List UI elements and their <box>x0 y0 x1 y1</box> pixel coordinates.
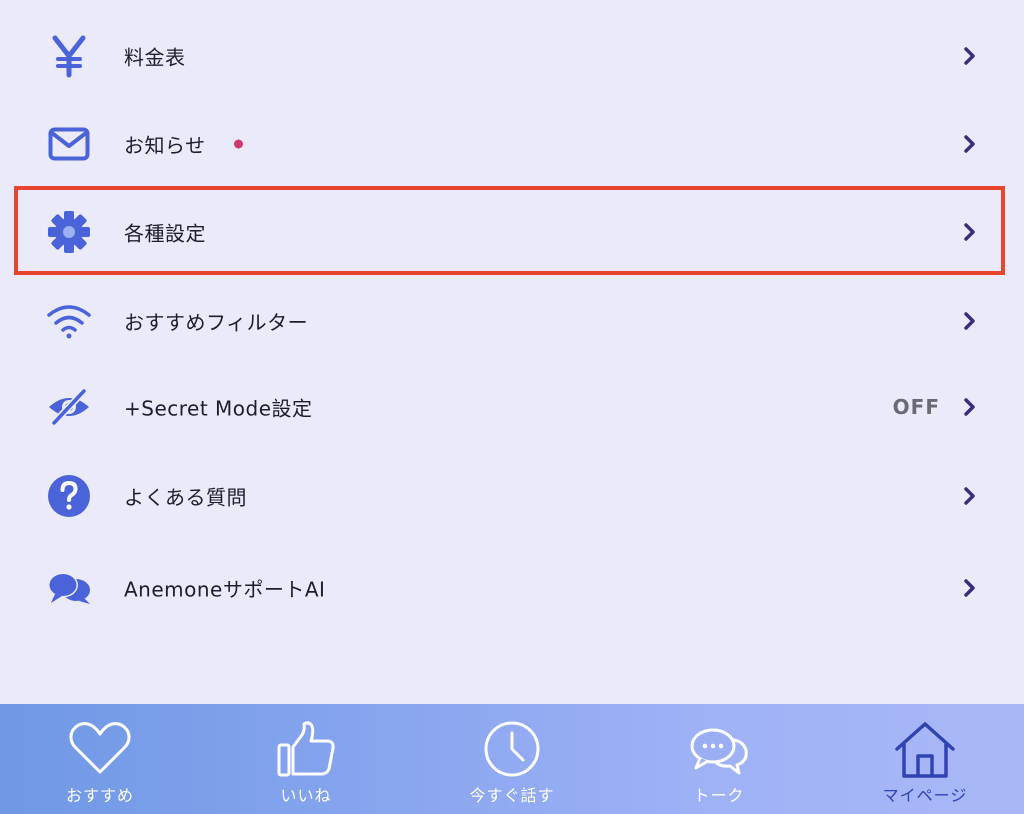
menu-item-label: AnemoneサポートAI <box>124 577 326 602</box>
menu-item-label: 料金表 <box>124 45 186 70</box>
tab-label: トーク <box>693 786 745 805</box>
home-icon <box>895 722 955 778</box>
thumbs-up-icon <box>277 721 335 777</box>
clock-icon <box>484 721 540 777</box>
menu-item-settings[interactable]: 各種設定 <box>0 188 1024 276</box>
menu-item-secret-mode[interactable]: +Secret Mode設定 OFF <box>0 363 1024 451</box>
tab-label: おすすめ <box>65 786 134 805</box>
tab-talk[interactable]: トーク <box>634 704 804 814</box>
menu-item-label: +Secret Mode設定 <box>124 396 313 421</box>
tab-recommend[interactable]: おすすめ <box>15 704 185 814</box>
chat-bubbles-icon <box>46 565 92 611</box>
menu-item-notifications[interactable]: お知らせ <box>0 100 1024 188</box>
tab-label: いいね <box>280 786 332 805</box>
chevron-right-icon <box>964 223 975 241</box>
chevron-right-icon <box>964 312 975 330</box>
eye-slash-icon <box>46 384 92 430</box>
menu-item-label: お知らせ <box>124 133 206 158</box>
unread-badge-dot <box>234 139 243 149</box>
chevron-right-icon <box>964 487 975 505</box>
chevron-right-icon <box>964 579 975 597</box>
menu-item-faq[interactable]: よくある質問 <box>0 452 1024 540</box>
menu-item-price-list[interactable]: 料金表 <box>0 12 1024 100</box>
menu-item-label: 各種設定 <box>124 221 206 246</box>
wifi-icon <box>46 298 92 344</box>
chevron-right-icon <box>964 398 975 416</box>
question-icon <box>46 473 92 519</box>
chevron-right-icon <box>964 47 975 65</box>
tab-talk-now[interactable]: 今すぐ話す <box>427 704 597 814</box>
menu-item-label: よくある質問 <box>124 485 247 510</box>
gear-icon <box>46 209 92 255</box>
menu-item-support-ai[interactable]: AnemoneサポートAI <box>0 544 1024 632</box>
heart-icon <box>69 722 131 774</box>
tab-label: 今すぐ話す <box>469 786 555 805</box>
bottom-tab-bar: おすすめ いいね 今すぐ話す トーク マイページ <box>0 704 1024 814</box>
chevron-right-icon <box>964 135 975 153</box>
mail-icon <box>46 121 92 167</box>
yen-icon <box>46 33 92 79</box>
chat-icon <box>690 728 748 775</box>
tab-my-page[interactable]: マイページ <box>840 704 1010 814</box>
secret-mode-status: OFF <box>892 395 940 419</box>
tab-label: マイページ <box>882 786 968 805</box>
tab-likes[interactable]: いいね <box>221 704 391 814</box>
menu-item-recommend-filter[interactable]: おすすめフィルター <box>0 277 1024 365</box>
menu-item-label: おすすめフィルター <box>124 310 309 335</box>
